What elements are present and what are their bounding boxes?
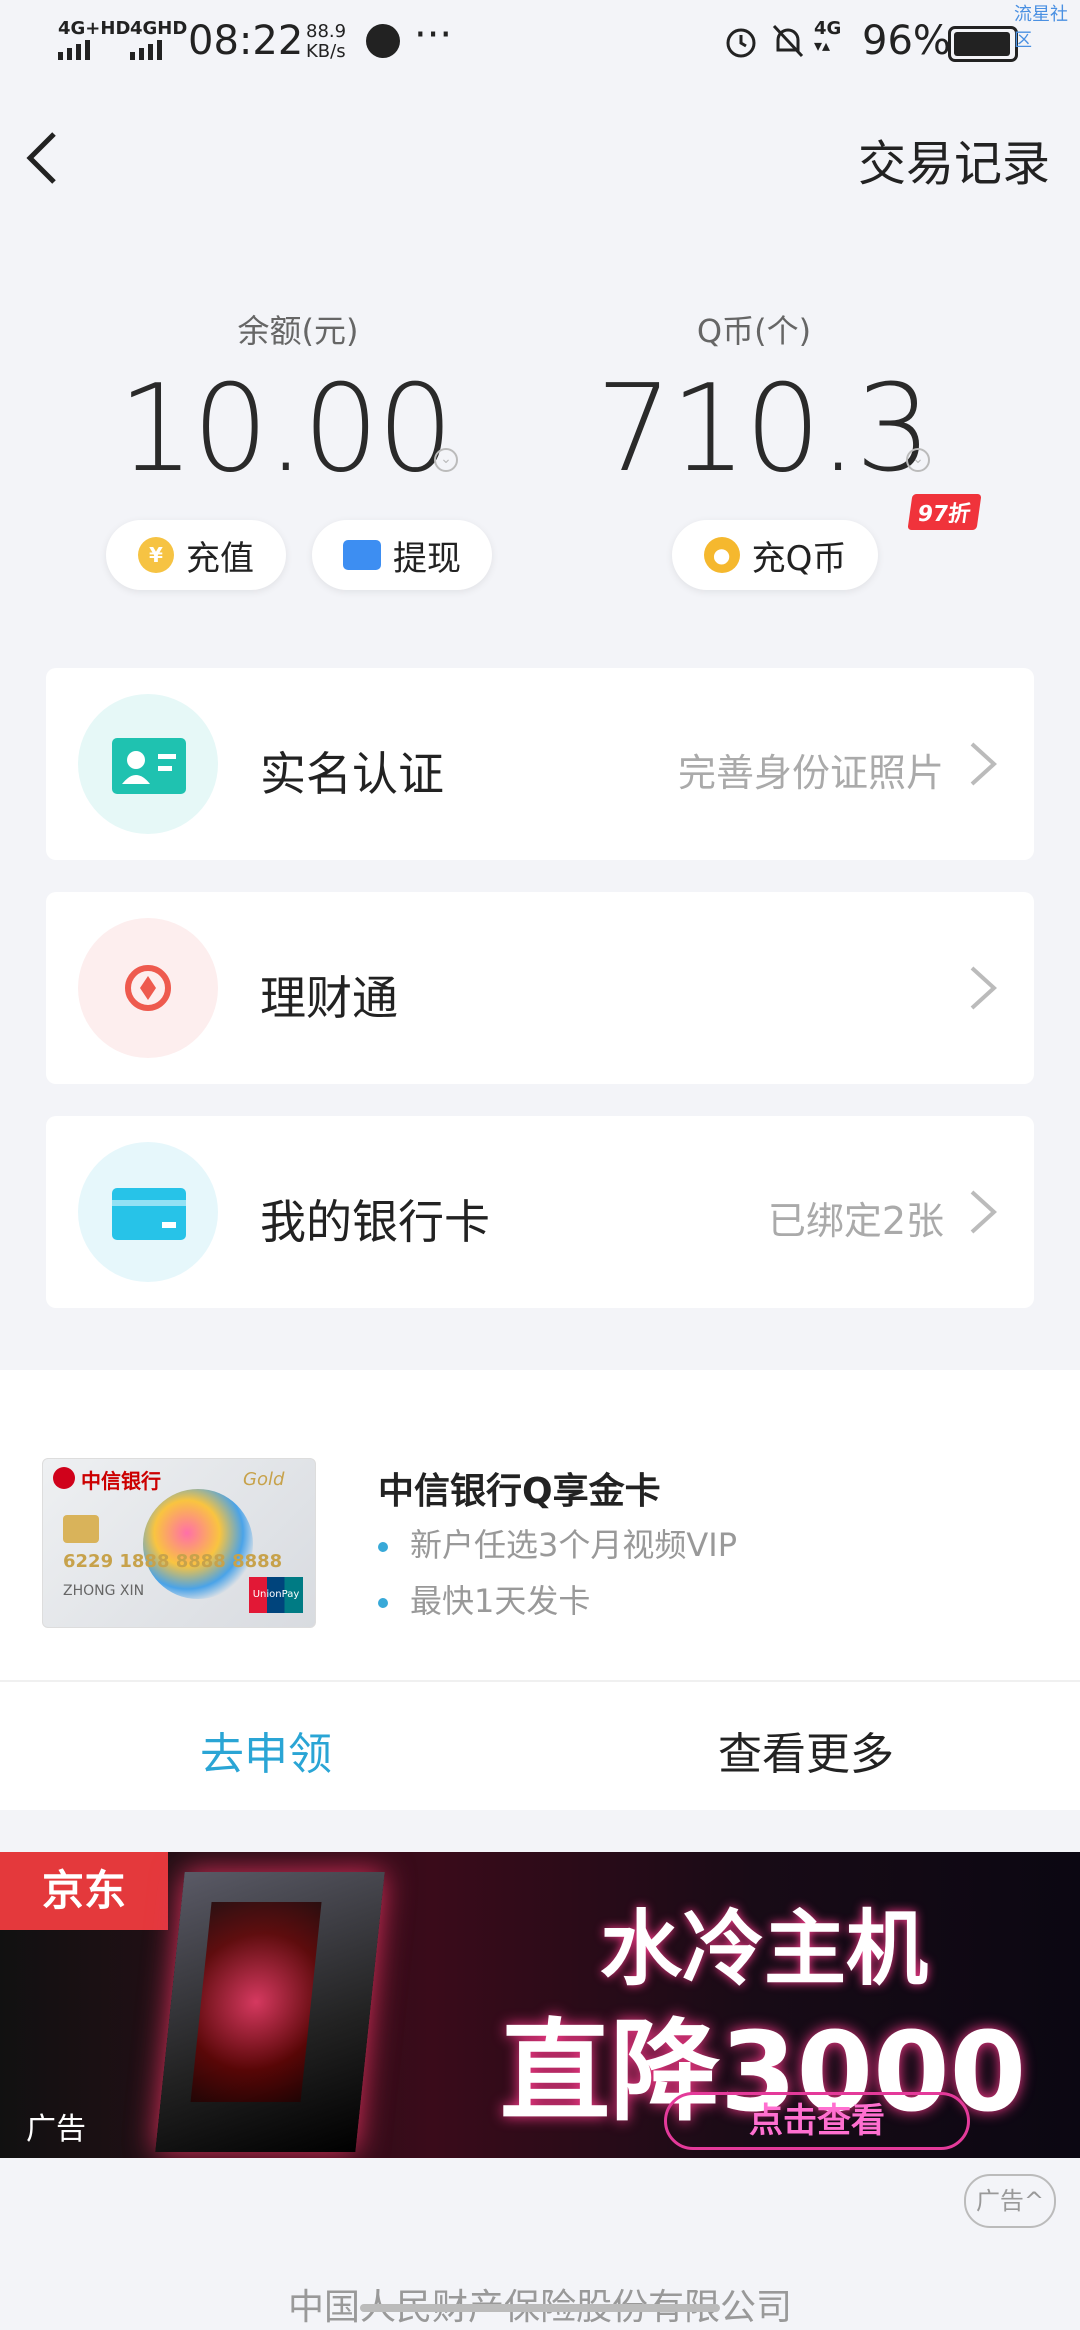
card-holder: ZHONG XIN: [63, 1583, 145, 1599]
network-indicator-3: 4G ▾▴: [814, 20, 841, 54]
withdraw-label: 提现: [393, 538, 461, 579]
menu-item-label: 实名认证: [260, 747, 444, 801]
yuan-coin-icon: ¥: [138, 537, 174, 573]
back-button[interactable]: [22, 128, 62, 188]
promo-title: 中信银行Q享金卡: [378, 1471, 661, 1512]
bank-card-icon: [112, 1188, 186, 1240]
promo-bullet: 新户任选3个月视频VIP: [378, 1520, 737, 1566]
speedometer-icon: [366, 24, 400, 58]
divider: [0, 1680, 1080, 1682]
unionpay-logo: UnionPay: [249, 1577, 303, 1613]
signal-bars-icon: [130, 38, 187, 60]
network-label-2: 4GHD: [130, 18, 188, 39]
view-more-button[interactable]: 查看更多: [718, 1718, 894, 1782]
discount-badge: 97折: [907, 494, 982, 530]
menu-item-sub: 已绑定2张: [767, 1199, 944, 1243]
bullet-dot: [378, 1598, 388, 1608]
speed-value: 88.9: [306, 21, 347, 42]
alarm-icon: [726, 28, 756, 58]
menu-item-wealth[interactable]: 理财通: [46, 892, 1034, 1084]
battery-percent: 96%: [862, 18, 951, 64]
qcoin-expand-icon[interactable]: ⌄: [906, 448, 930, 472]
wallet-icon: [343, 540, 381, 570]
mute-bell-icon: [772, 24, 804, 58]
card-bank-name: 中信银行: [81, 1469, 161, 1493]
ad-options-button[interactable]: 广告^: [964, 2174, 1056, 2228]
card-gold-label: Gold: [243, 1469, 285, 1490]
ad-label: 广告: [26, 2112, 86, 2147]
watermark: 流星社区: [1014, 4, 1068, 51]
chevron-up-icon: ^: [1023, 2187, 1045, 2215]
card-art: [143, 1489, 253, 1599]
withdraw-button[interactable]: 提现: [312, 520, 492, 590]
jd-brand-logo: 京东: [0, 1852, 168, 1930]
battery-icon: [948, 26, 1018, 62]
card-number: 6229 1888 8888 8888: [63, 1551, 283, 1572]
network-speed: 88.9 KB/s: [306, 22, 346, 62]
citic-logo-icon: [53, 1467, 75, 1489]
home-indicator[interactable]: [360, 2304, 720, 2312]
card-chip-icon: [63, 1515, 99, 1543]
balance-value: 10.00: [118, 360, 454, 499]
menu-item-sub: 完善身份证照片: [677, 751, 944, 795]
credit-card-promo: 中信银行 Gold 6229 1888 8888 8888 ZHONG XIN …: [0, 1370, 1080, 1810]
bank-card-icon-bg: [78, 1142, 218, 1282]
wealth-icon: [125, 965, 171, 1011]
promo-bullet-text: 最快1天发卡: [410, 1582, 591, 1620]
id-card-icon-bg: [78, 694, 218, 834]
network-indicator-2: 4GHD: [130, 20, 187, 60]
menu-item-real-name[interactable]: 实名认证 完善身份证照片: [46, 668, 1034, 860]
chevron-right-icon: [970, 966, 997, 1010]
chevron-right-icon: [970, 742, 997, 786]
id-card-icon: [112, 738, 186, 794]
wealth-icon-bg: [78, 918, 218, 1058]
balance-label: 余额(元): [237, 312, 359, 350]
recharge-qcoin-button[interactable]: ● 充Q币: [672, 520, 878, 590]
qcoin-value: 710.3: [596, 360, 932, 499]
ad-cta-button[interactable]: 点击查看: [664, 2092, 970, 2150]
apply-button[interactable]: 去申领: [200, 1718, 332, 1782]
chevron-right-icon: [970, 1190, 997, 1234]
promo-bullet-text: 新户任选3个月视频VIP: [410, 1526, 737, 1564]
signal-bars-icon: [58, 38, 130, 60]
network-indicator-1: 4G+HD: [58, 20, 130, 60]
qcoin-icon: ●: [703, 537, 740, 573]
status-bar: 4G+HD 4GHD 08:22 88.9 KB/s ··· 4G ▾▴ 96%…: [0, 0, 1080, 84]
recharge-label: 充值: [186, 538, 254, 579]
more-notifications-icon: ···: [414, 12, 453, 58]
promo-bullet: 最快1天发卡: [378, 1576, 590, 1622]
menu-item-label: 理财通: [260, 971, 398, 1025]
ad-banner[interactable]: 京东 水冷主机 直降3000 点击查看 广告: [0, 1852, 1080, 2158]
ad-options-label: 广告: [975, 2187, 1024, 2215]
credit-card-image: 中信银行 Gold 6229 1888 8888 8888 ZHONG XIN …: [42, 1458, 316, 1628]
transaction-history-link[interactable]: 交易记录: [858, 124, 1050, 194]
menu-item-bank-cards[interactable]: 我的银行卡 已绑定2张: [46, 1116, 1034, 1308]
recharge-button[interactable]: ¥ 充值: [106, 520, 286, 590]
speed-unit: KB/s: [306, 41, 346, 62]
network-label-1: 4G+HD: [58, 18, 131, 39]
data-arrows-icon: ▾▴: [814, 36, 831, 55]
balance-expand-icon[interactable]: ⌄: [434, 448, 458, 472]
pc-case-image: [155, 1872, 385, 2152]
clock: 08:22: [188, 18, 304, 64]
qcoin-label: Q币(个): [696, 312, 812, 350]
recharge-qcoin-label: 充Q币: [751, 538, 847, 579]
bullet-dot: [378, 1542, 388, 1552]
menu-item-label: 我的银行卡: [260, 1195, 490, 1249]
